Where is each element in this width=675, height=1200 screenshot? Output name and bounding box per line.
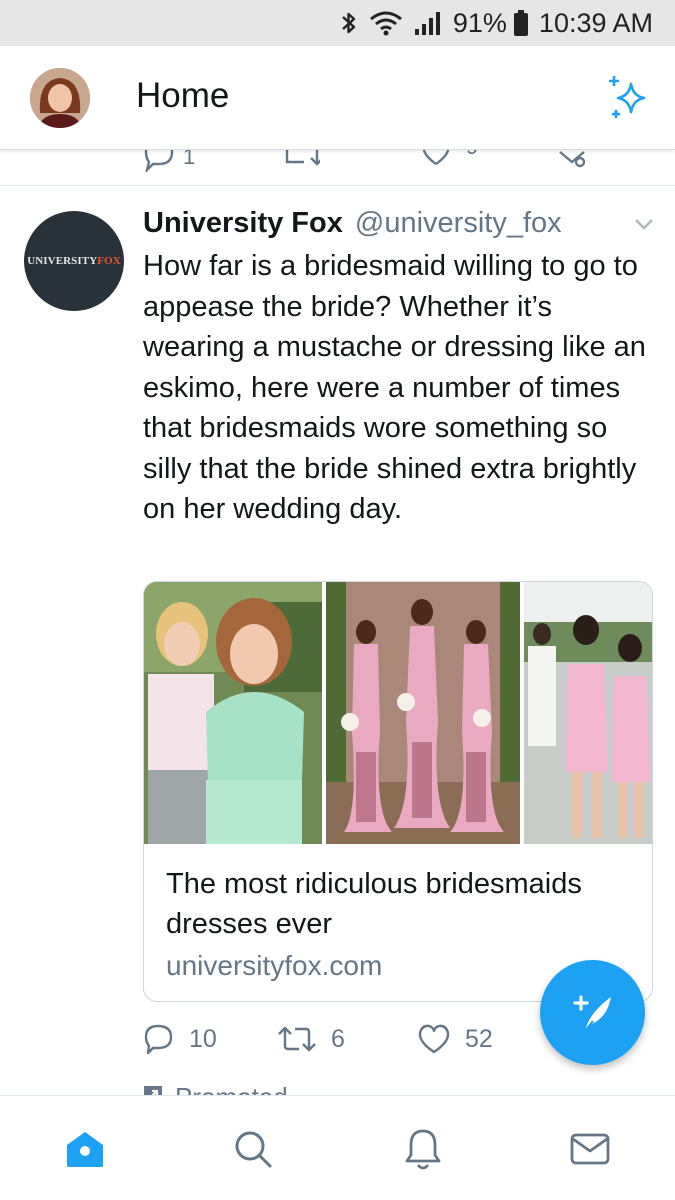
feather-plus-icon <box>572 994 611 1032</box>
nav-search[interactable] <box>228 1126 278 1172</box>
battery-status: 91% <box>453 8 529 39</box>
chevron-down-icon[interactable] <box>634 217 654 231</box>
user-avatar[interactable] <box>30 68 90 128</box>
mail-icon <box>570 1133 610 1165</box>
retweet-icon <box>285 150 324 166</box>
author-name[interactable]: University Fox <box>143 207 343 239</box>
wifi-icon <box>369 11 402 36</box>
search-icon <box>235 1131 272 1168</box>
nav-notifications[interactable] <box>398 1126 448 1172</box>
nav-home[interactable] <box>60 1126 110 1172</box>
prev-share-action[interactable] <box>556 150 592 177</box>
link-card[interactable]: The most ridiculous bridesmaids dresses … <box>143 581 653 1002</box>
home-icon <box>67 1132 103 1167</box>
status-bar: 91% 10:39 AM <box>0 0 675 46</box>
prev-reply-action[interactable]: 1 <box>143 150 203 177</box>
prev-like-action[interactable]: 9 <box>420 150 490 177</box>
bluetooth-icon <box>342 12 356 34</box>
tweet[interactable]: UNIVERSITY FOX University Fox @university… <box>0 187 675 1102</box>
prev-reply-count: 1 <box>183 150 195 169</box>
share-icon <box>559 151 586 168</box>
reply-count: 10 <box>189 1024 217 1053</box>
compose-tweet-button[interactable] <box>540 960 645 1065</box>
retweet-action[interactable]: 6 <box>277 1023 345 1055</box>
logo-text-part2: FOX <box>97 255 121 267</box>
sparkle-icon[interactable] <box>604 72 652 124</box>
heart-icon: 9 <box>422 150 478 165</box>
battery-percent: 91% <box>452 7 507 38</box>
author-handle[interactable]: @university_fox <box>355 207 562 239</box>
card-image-3 <box>524 582 652 844</box>
tweet-text: How far is a bridesmaid willing to go to… <box>143 250 646 525</box>
battery-icon <box>513 10 528 36</box>
nav-messages[interactable] <box>565 1126 615 1172</box>
prev-like-count: 9 <box>466 150 478 159</box>
card-image-1 <box>144 582 322 844</box>
bell-icon <box>405 1129 441 1170</box>
reply-icon: 1 <box>144 150 195 174</box>
clock: 10:39 AM <box>538 7 653 38</box>
card-image-2 <box>326 582 520 844</box>
logo-text-part1: UNIVERSITY <box>27 255 98 267</box>
retweet-count: 6 <box>331 1024 345 1053</box>
prev-retweet-action[interactable] <box>284 150 324 177</box>
tweet-header: University Fox @university_fox <box>143 207 562 240</box>
retweet-icon <box>278 1026 316 1052</box>
signal-icon <box>414 12 440 35</box>
app-header: Home <box>0 46 675 150</box>
reply-icon <box>144 1024 173 1055</box>
card-title: The most ridiculous bridesmaids dresses … <box>166 868 582 940</box>
like-count: 52 <box>465 1024 493 1053</box>
previous-tweet-actions: 1 9 <box>0 150 675 186</box>
tweet-author-avatar[interactable]: UNIVERSITY FOX <box>24 211 124 311</box>
page-title: Home <box>136 76 230 115</box>
card-image-collage <box>144 582 652 844</box>
bottom-nav <box>0 1095 675 1200</box>
reply-action[interactable]: 10 <box>143 1023 217 1055</box>
heart-icon <box>418 1024 450 1054</box>
like-action[interactable]: 52 <box>417 1023 493 1055</box>
